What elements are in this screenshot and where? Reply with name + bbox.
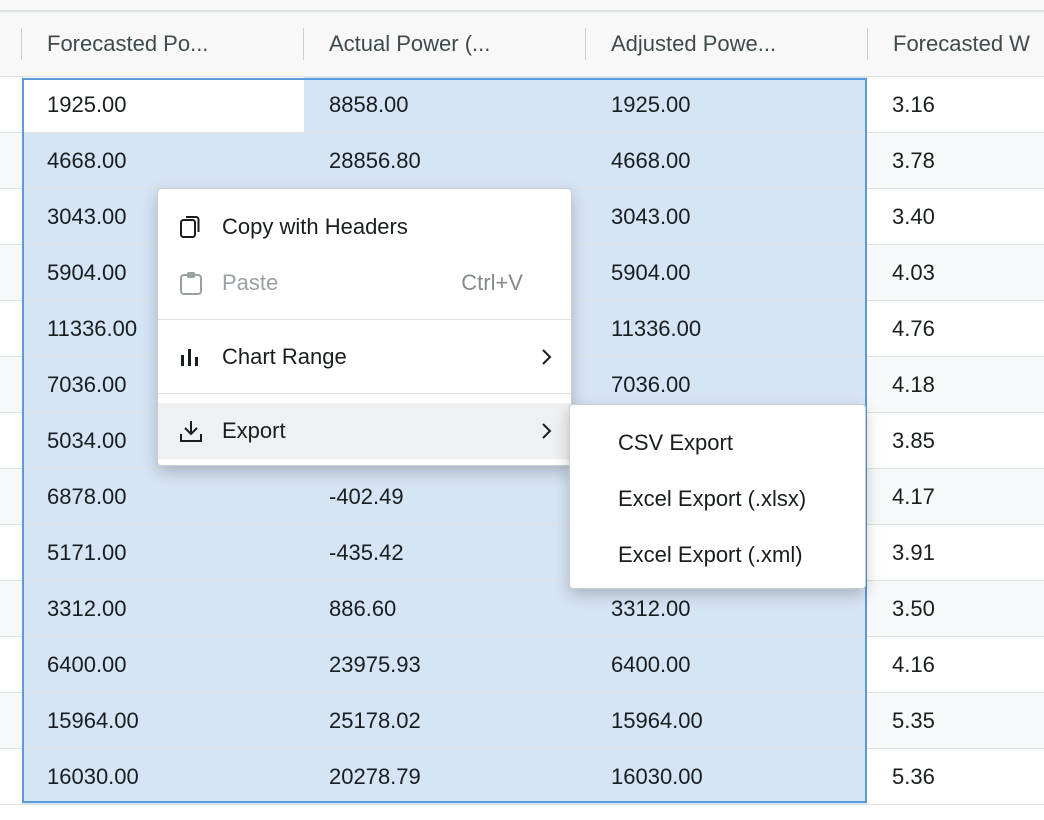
table-cell[interactable]: 16030.00	[22, 749, 304, 804]
table-cell[interactable]: 3.78	[867, 133, 1044, 188]
table-row[interactable]: 3312.00 886.60 3312.00 3.50	[0, 581, 1044, 637]
table-cell[interactable]: 3.16	[867, 77, 1044, 132]
table-row[interactable]: 6400.00 23975.93 6400.00 4.16	[0, 637, 1044, 693]
menu-separator	[158, 393, 571, 394]
copy-icon	[180, 216, 200, 238]
excel-xlsx-export-menu-item[interactable]: Excel Export (.xlsx)	[570, 471, 865, 527]
table-cell[interactable]: 11336.00	[586, 301, 867, 356]
table-row[interactable]: 6878.00 -402.49 4.17	[0, 469, 1044, 525]
table-cell[interactable]: 4.03	[867, 245, 1044, 300]
grid-top-edge	[0, 0, 1044, 12]
table-cell[interactable]: 3.85	[867, 413, 1044, 468]
column-header-forecasted-w[interactable]: Forecasted W	[867, 12, 1044, 76]
table-cell[interactable]: 1925.00	[586, 77, 867, 132]
context-menu: Copy with Headers Paste Ctrl+V Chart Ran…	[157, 188, 572, 466]
table-cell[interactable]: 1925.00	[22, 77, 304, 132]
export-menu-item[interactable]: Export	[158, 403, 571, 459]
table-cell[interactable]: 20278.79	[304, 749, 586, 804]
copy-with-headers-menu-item[interactable]: Copy with Headers	[158, 199, 571, 255]
table-row[interactable]: 1925.00 8858.00 1925.00 3.16	[0, 77, 1044, 133]
table-cell[interactable]: 15964.00	[586, 693, 867, 748]
table-cell[interactable]: 3043.00	[586, 189, 867, 244]
column-header-forecasted-power[interactable]: Forecasted Po...	[21, 12, 303, 76]
table-cell[interactable]: 6878.00	[22, 469, 304, 524]
table-cell[interactable]: 886.60	[304, 581, 586, 636]
table-cell[interactable]: 4668.00	[586, 133, 867, 188]
paste-shortcut: Ctrl+V	[461, 270, 523, 295]
table-cell[interactable]: 5904.00	[586, 245, 867, 300]
paste-label: Paste	[222, 270, 279, 295]
chart-range-menu-item[interactable]: Chart Range	[158, 329, 571, 385]
copy-with-headers-label: Copy with Headers	[222, 214, 408, 239]
column-header-actual-power[interactable]: Actual Power (...	[303, 12, 585, 76]
paste-menu-item[interactable]: Paste Ctrl+V	[158, 255, 571, 311]
table-cell[interactable]: -435.42	[304, 525, 586, 580]
bar-chart-icon	[181, 349, 198, 366]
download-icon	[180, 421, 202, 442]
menu-separator	[158, 319, 571, 320]
csv-export-menu-item[interactable]: CSV Export	[570, 415, 865, 471]
table-cell[interactable]: 23975.93	[304, 637, 586, 692]
table-cell[interactable]: 3.50	[867, 581, 1044, 636]
table-cell[interactable]: 3.91	[867, 525, 1044, 580]
table-cell[interactable]: 6400.00	[586, 637, 867, 692]
table-row[interactable]: 16030.00 20278.79 16030.00 5.36	[0, 749, 1044, 805]
table-cell[interactable]: 5.35	[867, 693, 1044, 748]
chevron-right-icon	[542, 423, 552, 439]
grid-header: Forecasted Po... Actual Power (... Adjus…	[0, 12, 1044, 77]
table-row[interactable]: 4668.00 28856.80 4668.00 3.78	[0, 133, 1044, 189]
export-label: Export	[222, 418, 286, 443]
table-cell[interactable]: 3.40	[867, 189, 1044, 244]
table-row[interactable]: 5171.00 -435.42 3.91	[0, 525, 1044, 581]
table-cell[interactable]: 3312.00	[22, 581, 304, 636]
table-cell[interactable]: 16030.00	[586, 749, 867, 804]
table-cell[interactable]: 25178.02	[304, 693, 586, 748]
export-submenu: CSV Export Excel Export (.xlsx) Excel Ex…	[569, 404, 866, 589]
excel-xml-export-menu-item[interactable]: Excel Export (.xml)	[570, 527, 865, 583]
column-separator[interactable]	[21, 28, 22, 60]
table-row[interactable]: 15964.00 25178.02 15964.00 5.35	[0, 693, 1044, 749]
table-cell[interactable]: 8858.00	[304, 77, 586, 132]
table-cell[interactable]: 5.36	[867, 749, 1044, 804]
chevron-right-icon	[542, 349, 552, 365]
table-cell[interactable]: 28856.80	[304, 133, 586, 188]
table-cell[interactable]: 4.18	[867, 357, 1044, 412]
clipboard-icon	[180, 272, 202, 295]
table-cell[interactable]: 4.76	[867, 301, 1044, 356]
table-cell[interactable]: 4.17	[867, 469, 1044, 524]
table-cell[interactable]: 4.16	[867, 637, 1044, 692]
table-cell[interactable]: 5171.00	[22, 525, 304, 580]
table-cell[interactable]: 6400.00	[22, 637, 304, 692]
table-cell[interactable]: 15964.00	[22, 693, 304, 748]
table-cell[interactable]: 3312.00	[586, 581, 867, 636]
column-header-adjusted-power[interactable]: Adjusted Powe...	[585, 12, 867, 76]
table-cell[interactable]: 4668.00	[22, 133, 304, 188]
chart-range-label: Chart Range	[222, 344, 347, 369]
table-cell[interactable]: -402.49	[304, 469, 586, 524]
